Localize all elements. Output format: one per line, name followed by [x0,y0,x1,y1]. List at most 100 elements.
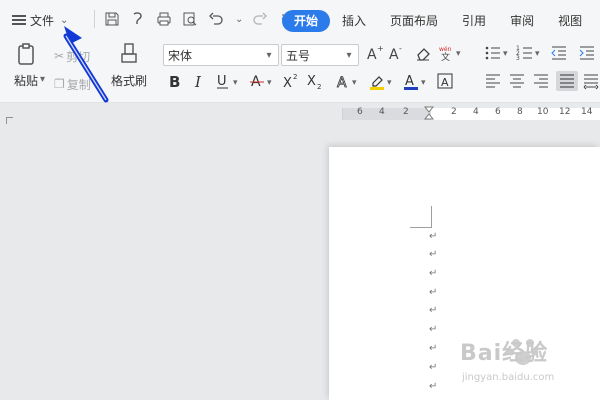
bullet-list-icon[interactable] [484,44,502,62]
font-size-dropdown-icon[interactable]: ▾ [342,47,356,63]
ruler-number: 8 [517,107,523,117]
print-preview-icon[interactable] [181,10,199,28]
tab-insert[interactable]: 插入 [330,10,378,32]
watermark-text: Bai经验 [460,341,549,366]
menu-icon [12,15,26,25]
paragraph-mark: ↵ [429,381,438,392]
horizontal-ruler[interactable]: 6 4 2 2 4 6 8 10 12 14 [0,103,600,123]
format-painter-icon[interactable] [129,10,147,28]
superscript-icon[interactable]: X2 [282,72,300,90]
align-right-icon[interactable] [532,72,550,90]
svg-text:A: A [441,76,449,89]
undo-icon[interactable] [207,10,225,28]
undo-dropdown-icon[interactable]: ⌄ [235,14,243,25]
paste-button[interactable]: 粘贴 [6,42,46,96]
svg-text:A: A [389,47,399,62]
ruler-track: 6 4 2 2 4 6 8 10 12 14 [342,107,600,120]
paste-dropdown-icon[interactable]: ▾ [40,74,45,85]
pinyin-guide-icon[interactable]: wén 文 [438,44,456,62]
ruler-corner-mark [6,117,13,124]
font-name-field[interactable]: ▾ [163,44,279,66]
svg-text:B: B [169,73,180,90]
distribute-icon[interactable] [582,72,600,90]
file-menu-label: 文件 [30,13,55,28]
paragraph-mark: ↵ [429,231,438,242]
text-effect-dropdown-icon[interactable]: ▾ [352,78,357,88]
tab-home[interactable]: 开始 [282,10,331,32]
numbered-dropdown-icon[interactable]: ▾ [535,49,540,59]
justify-icon[interactable] [556,71,578,91]
svg-text:I: I [194,73,202,90]
svg-text:A: A [405,74,414,89]
pinyin-dropdown-icon[interactable]: ▾ [456,49,461,59]
pointer-arrow-icon [63,26,109,103]
tab-page-layout[interactable]: 页面布局 [378,10,450,32]
font-color-icon[interactable]: A [402,72,420,90]
font-dropdown-icon[interactable]: ▾ [262,47,276,63]
increase-indent-icon[interactable] [578,44,596,62]
svg-text:U: U [217,74,227,89]
decrease-indent-icon[interactable] [550,44,568,62]
paragraph-mark: ↵ [429,287,438,298]
paragraph-mark: ↵ [429,362,438,373]
redo-icon[interactable] [251,10,269,28]
paragraph-mark: ↵ [429,305,438,316]
svg-text:X: X [307,74,316,89]
paste-label: 粘贴 [13,74,38,88]
align-left-icon[interactable] [484,72,502,90]
ruler-number: 14 [581,107,593,117]
paragraph-mark: ↵ [429,249,438,260]
paragraph-mark: ↵ [429,343,438,354]
paragraph-mark: ↵ [429,324,438,335]
print-icon[interactable] [155,10,173,28]
svg-text:A: A [367,47,377,62]
strikethrough-icon[interactable]: A [248,72,266,90]
ruler-number: 4 [379,107,385,117]
ribbon-tabs: 开始 插入 页面布局 引用 审阅 视图 [282,10,594,32]
bullet-dropdown-icon[interactable]: ▾ [503,49,508,59]
highlight-icon[interactable] [368,72,386,90]
strikethrough-dropdown-icon[interactable]: ▾ [267,78,272,88]
quick-access-toolbar: ⌄ [94,10,295,28]
font-size-field[interactable]: ▾ [281,44,359,66]
ruler-number: 4 [473,107,479,117]
ruler-number: 6 [357,107,363,117]
font-color-dropdown-icon[interactable]: ▾ [421,78,426,88]
underline-icon[interactable]: U [214,72,232,90]
paragraph-mark: ↵ [429,268,438,279]
ruler-number: 2 [403,107,409,117]
clipboard-icon [14,42,38,66]
character-border-icon[interactable]: A [436,72,454,90]
numbered-list-icon[interactable]: 123 [516,44,534,62]
svg-text:3: 3 [516,55,520,62]
subscript-icon[interactable]: X2 [306,72,324,90]
ruler-number: 10 [537,107,549,117]
svg-text:A: A [337,75,347,90]
font-name-input[interactable] [164,45,278,65]
tab-references[interactable]: 引用 [450,10,498,32]
grow-font-icon[interactable]: A + [366,44,384,62]
italic-icon[interactable]: I [190,72,208,90]
svg-text:文: 文 [441,51,450,62]
svg-text:X: X [283,76,292,90]
format-painter-label: 格式刷 [110,74,147,88]
tab-review[interactable]: 审阅 [498,10,546,32]
text-effect-icon[interactable]: A [334,72,352,90]
svg-text:2: 2 [317,83,321,90]
bold-icon[interactable]: B [166,72,184,90]
align-center-icon[interactable] [508,72,526,90]
margin-corner-mark [410,206,432,228]
tab-view[interactable]: 视图 [546,10,594,32]
svg-text:+: + [377,44,384,53]
underline-dropdown-icon[interactable]: ▾ [233,78,238,88]
ruler-number: 6 [495,107,501,117]
clear-formatting-icon[interactable] [414,44,432,62]
svg-text:wén: wén [439,46,452,53]
shrink-font-icon[interactable]: A- [388,44,406,62]
indent-marker-icon[interactable] [424,106,434,120]
brush-icon [117,42,141,66]
svg-text:2: 2 [293,73,297,81]
ruler-number: 2 [451,107,457,117]
watermark-subtext: jingyan.baidu.com [462,372,555,383]
highlight-dropdown-icon[interactable]: ▾ [387,78,392,88]
